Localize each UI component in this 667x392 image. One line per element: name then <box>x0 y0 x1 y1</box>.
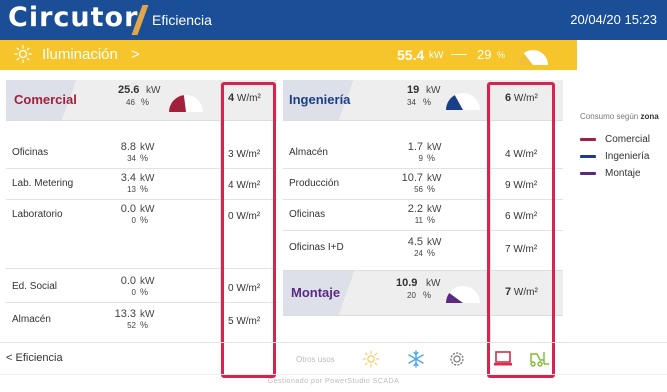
other-uses-label: Otros usos <box>296 355 335 364</box>
zone-comercial-gauge <box>169 95 203 112</box>
computer-icon[interactable] <box>493 350 513 373</box>
zone-ingenieria-percent-unit: % <box>423 97 432 107</box>
summary-title: Iluminación <box>42 46 118 63</box>
legend-item-montaje[interactable]: Montaje <box>580 165 667 182</box>
zone-montaje-gauge <box>446 286 480 303</box>
legend-item-comercial[interactable]: Comercial <box>580 131 667 148</box>
zone-ingenieria-power-unit: kW <box>426 85 441 96</box>
zone-comercial-name: Comercial <box>14 92 77 107</box>
snowflake-icon[interactable] <box>407 350 425 373</box>
zone-montaje-name: Montaje <box>291 285 341 300</box>
highlight-box-right <box>487 82 555 378</box>
zone-ingenieria-name: Ingeniería <box>289 92 351 107</box>
legend-swatch <box>580 138 596 141</box>
zone-comercial-percent: 46 <box>126 98 135 107</box>
zone-comercial-power: 25.6 <box>118 84 140 96</box>
sun-icon[interactable] <box>362 350 380 373</box>
forklift-icon[interactable] <box>528 350 550 373</box>
gear-icon[interactable] <box>448 350 466 373</box>
zone-ingenieria-percent: 34 <box>407 98 416 107</box>
summary-percent-unit: % <box>497 50 506 60</box>
summary-gauge <box>515 42 551 73</box>
bottom-nav: < Eficiencia Otros usos <box>0 342 667 375</box>
legend-swatch <box>580 155 596 158</box>
summary-percent: 29 <box>477 47 492 62</box>
sun-icon <box>14 45 32 68</box>
zone-montaje-power-unit: kW <box>426 278 441 289</box>
datetime: 20/04/20 15:23 <box>570 12 657 27</box>
back-link[interactable]: < Eficiencia <box>6 352 63 364</box>
footer-text: Gestionado por PowerStudio SCADA <box>267 378 400 385</box>
zone-comercial-percent-unit: % <box>141 97 150 107</box>
legend-item-ingenieria[interactable]: Ingeniería <box>580 148 667 165</box>
page-title: Eficiencia <box>152 12 212 28</box>
summary-power-unit: kW <box>429 50 444 61</box>
footer: Gestionado por PowerStudio SCADA <box>0 374 667 392</box>
chevron-right-icon: > <box>131 46 140 63</box>
highlight-box-left <box>221 82 276 378</box>
legend-title: Consumo según zona <box>580 112 659 121</box>
zone-montaje-percent: 20 <box>407 291 416 300</box>
legend: Consumo según zona Comercial Ingeniería … <box>580 112 667 182</box>
circutor-logo: Circutor <box>8 2 139 33</box>
zone-ingenieria-power: 19 <box>407 84 420 96</box>
top-header: Circutor Eficiencia 20/04/20 15:23 <box>0 0 667 40</box>
summary-power: 55.4 <box>397 47 425 63</box>
zone-montaje-percent-unit: % <box>423 290 432 300</box>
zone-ingenieria-gauge <box>446 93 480 110</box>
zone-montaje-power: 10.9 <box>396 277 418 289</box>
legend-swatch <box>580 172 596 175</box>
summary-divider <box>451 54 467 55</box>
lighting-summary-bar[interactable]: Iluminación > 55.4 kW 29 % <box>0 40 577 70</box>
zone-comercial-power-unit: kW <box>146 85 161 96</box>
